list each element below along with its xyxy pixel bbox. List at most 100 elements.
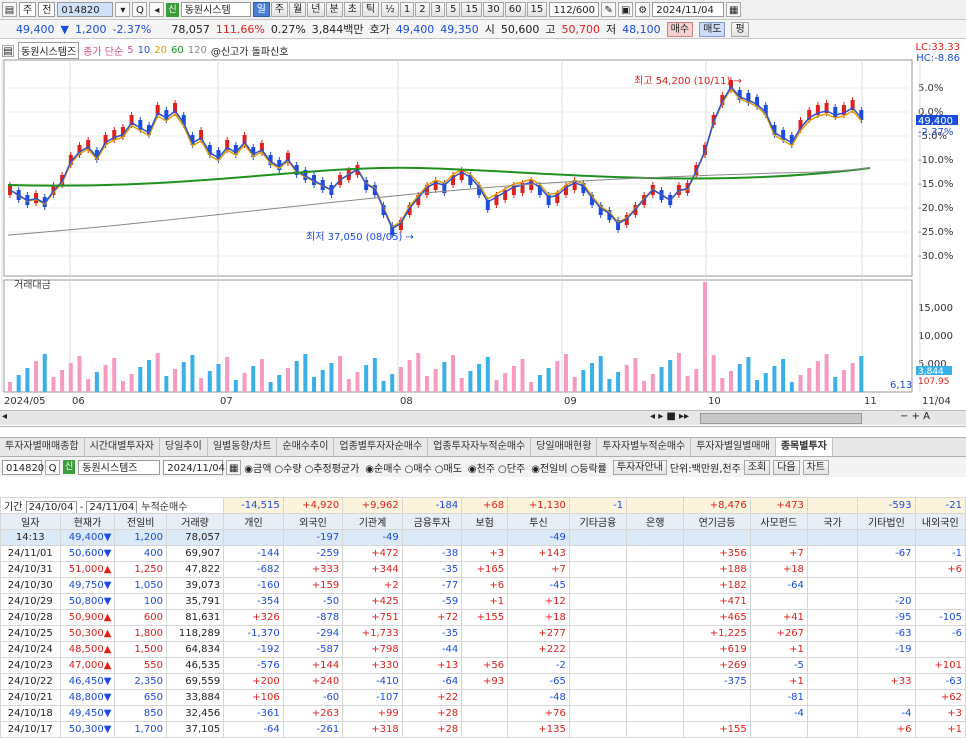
tab-item[interactable]: 업종별투자자순매수	[334, 438, 429, 456]
filter-search-icon[interactable]: Q	[45, 459, 60, 475]
mode-select[interactable]: 주	[19, 2, 37, 17]
radio-option[interactable]: ○수량	[274, 464, 301, 475]
table-row[interactable]: 24/10/18 49,450▼ 850 32,456 -361 +263 +99 +28 +7…	[0, 705, 966, 722]
minute-button[interactable]: 1	[399, 2, 415, 17]
tab-item[interactable]: 당일매매현황	[531, 438, 598, 456]
table-row[interactable]: 24/10/24 48,500▲ 1,500 64,834 -192 -587 +798 -4…	[0, 641, 966, 658]
table-row[interactable]: 24/10/23 47,000▲ 550 46,535 -576 +144 +330 +13 +…	[0, 657, 966, 674]
period-button[interactable]: 주	[270, 2, 289, 17]
table-cell: -587	[282, 641, 344, 658]
column-header[interactable]: 일자	[0, 513, 61, 530]
table-row[interactable]: 14:13 49,400▼ 1,200 78,057 -197 -49 -49	[0, 529, 966, 546]
tab-item[interactable]: 일별동향/차트	[208, 438, 278, 456]
table-row[interactable]: 24/10/29 50,800▼ 100 35,791 -354 -50 +425 -59 +1…	[0, 593, 966, 610]
radio-option[interactable]: ◉천주	[468, 464, 495, 475]
speaker-icon[interactable]: ◂	[149, 2, 165, 17]
table-row[interactable]: 24/10/21 48,800▼ 650 33,884 +106 -60 -107 +22 -4…	[0, 689, 966, 706]
filter-calendar-icon[interactable]: ▦	[226, 459, 242, 475]
column-header[interactable]: 외국인	[282, 513, 344, 530]
price-chart[interactable]: ▤ 동원시스템즈 종가 단순 5 10 20 60 120 @신고가 돌파신호 …	[0, 40, 966, 427]
minute-button[interactable]: 30	[483, 2, 504, 17]
search-icon[interactable]: Q	[132, 2, 148, 17]
table-row[interactable]: 24/10/31 51,000▲ 1,250 47,822 -682 +333 +344 -3…	[0, 561, 966, 578]
minute-button[interactable]: 15	[526, 2, 548, 17]
tab-item[interactable]: 시간대별투자자	[85, 438, 161, 456]
period-button[interactable]: 일	[252, 2, 270, 17]
period-to[interactable]: 24/11/04	[86, 501, 138, 513]
tab-item[interactable]: 순매수추이	[277, 438, 335, 456]
column-header[interactable]: 보험	[461, 513, 509, 530]
radio-option[interactable]: ○등락률	[571, 464, 607, 475]
column-header[interactable]: 은행	[626, 513, 685, 530]
column-header[interactable]: 내외국인	[914, 513, 966, 530]
code-input[interactable]: 014820	[57, 2, 114, 17]
column-header[interactable]: 기타법인	[857, 513, 916, 530]
table-row[interactable]: 24/10/22 46,450▼ 2,350 69,559 +200 +240 -410 -6…	[0, 673, 966, 690]
date-field[interactable]: 2024/11/04	[652, 2, 725, 17]
buy-button[interactable]: 매수	[666, 21, 694, 37]
column-header[interactable]: 투신	[507, 513, 570, 530]
chart-button[interactable]: 차트	[802, 459, 830, 475]
column-header[interactable]: 거래량	[165, 513, 225, 530]
column-header[interactable]: 기타금융	[568, 513, 628, 530]
period-button[interactable]: 분	[325, 2, 343, 17]
radio-option[interactable]: ◉금액	[244, 464, 271, 475]
column-header[interactable]: 기관계	[342, 513, 403, 530]
period-button[interactable]: 년	[307, 2, 325, 17]
chart-scrollbar[interactable]: ◂ ◂ ▸ ■ ▸▸ − + A	[0, 410, 966, 425]
tab-item[interactable]: 투자자별누적순매수	[597, 438, 692, 456]
scroll-left-icon[interactable]: ◂	[2, 411, 7, 422]
minute-button[interactable]: 2	[415, 2, 430, 17]
table-row[interactable]: 24/11/01 50,600▼ 400 69,907 -144 -259 +472 -38 +…	[0, 545, 966, 562]
radio-option[interactable]: ○매도	[435, 464, 462, 475]
tab-item[interactable]: 업종투자자누적순매수	[428, 438, 532, 456]
column-header[interactable]: 금융투자	[401, 513, 463, 530]
table-row[interactable]: 24/10/28 50,900▲ 600 81,631 +326 -878 +751 +72 +…	[0, 609, 966, 626]
column-header[interactable]: 전일비	[114, 513, 167, 530]
radio-option[interactable]: ○추정평균가	[305, 464, 360, 475]
market-select[interactable]: 전	[38, 2, 56, 17]
tab-item[interactable]: 종목별투자	[775, 438, 833, 456]
zoom-controls[interactable]: − + A	[900, 411, 930, 422]
radio-option[interactable]: ◉전일비	[531, 464, 567, 475]
menu-icon[interactable]: ▤	[2, 2, 17, 17]
calendar-icon[interactable]: ▦	[726, 2, 742, 17]
filter-date[interactable]: 2024/11/04	[163, 459, 225, 475]
minute-button[interactable]: 3	[430, 2, 445, 17]
period-button[interactable]: 월	[289, 2, 307, 17]
minute-button[interactable]: 15	[461, 2, 483, 17]
tools-icon[interactable]: ✎	[601, 2, 617, 17]
period-button[interactable]: 틱	[361, 2, 380, 17]
tab-item[interactable]: 투자자별일별매매	[691, 438, 776, 456]
gear-icon[interactable]: ⚙	[635, 2, 651, 17]
minute-button[interactable]: ½	[381, 2, 399, 17]
radio-option[interactable]: ○매수	[405, 464, 432, 475]
scroll-thumb[interactable]	[700, 413, 862, 424]
query-button[interactable]: 조회	[743, 459, 771, 475]
save-icon[interactable]: ▣	[618, 2, 634, 17]
radio-option[interactable]: ○단주	[498, 464, 525, 475]
column-header[interactable]: 국가	[806, 513, 859, 530]
column-header[interactable]: 사모펀드	[749, 513, 808, 530]
dropdown-icon[interactable]: ▾	[115, 2, 131, 17]
minute-button[interactable]: 60	[504, 2, 526, 17]
next-button[interactable]: 다음	[773, 459, 800, 475]
table-row[interactable]: 24/10/30 49,750▼ 1,050 39,073 -160 +159 +2 -77 +…	[0, 577, 966, 594]
table-row[interactable]: 24/10/17 50,300▼ 1,700 37,105 -64 -261 +318 +28…	[0, 721, 966, 738]
table-row[interactable]: 24/10/25 50,300▲ 1,800 118,289 -1,370 -294 +1,…	[0, 625, 966, 642]
scroll-controls[interactable]: ◂ ▸ ■ ▸▸	[650, 411, 689, 422]
minute-button[interactable]: 5	[445, 2, 461, 17]
filter-code[interactable]: 014820	[2, 459, 44, 475]
period-from[interactable]: 24/10/04	[25, 501, 77, 513]
tab-item[interactable]: 투자자별매매종합	[0, 438, 85, 456]
eval-button[interactable]: 평	[731, 21, 749, 37]
tab-item[interactable]: 당일추이	[160, 438, 208, 456]
investor-guide-button[interactable]: 투자자안내	[612, 459, 667, 475]
column-header[interactable]: 현재가	[59, 513, 116, 530]
sell-button[interactable]: 매도	[699, 21, 726, 37]
column-header[interactable]: 연기금등	[683, 513, 751, 530]
radio-option[interactable]: ◉순매수	[365, 464, 401, 475]
count-field[interactable]: 112/600	[549, 2, 600, 17]
period-button[interactable]: 초	[343, 2, 361, 17]
column-header[interactable]: 개인	[223, 513, 284, 530]
